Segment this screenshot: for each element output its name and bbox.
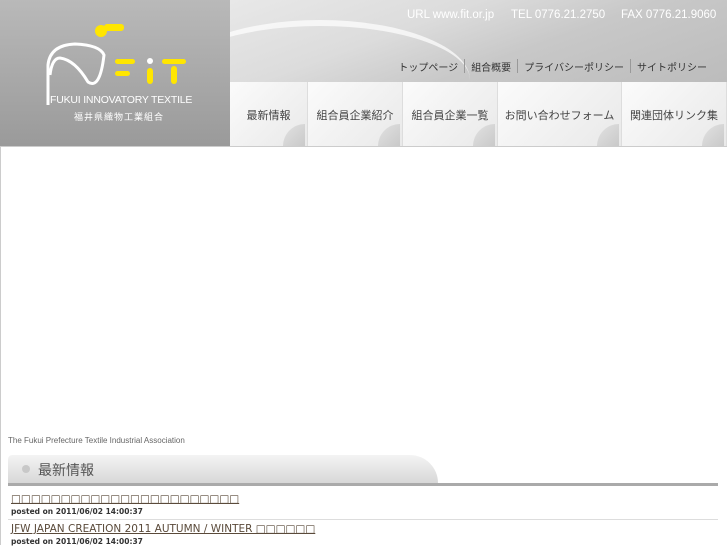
contact-tel: TEL 0776.21.2750 bbox=[511, 9, 606, 21]
util-link-about[interactable]: 組合概要 bbox=[465, 59, 517, 74]
nav-tab-contact-form[interactable]: お問い合わせフォーム bbox=[498, 82, 622, 146]
site-logo[interactable]: FUKUI INNOVATORY TEXTILE 福井県織物工業組合 bbox=[0, 0, 230, 146]
divider bbox=[0, 146, 727, 147]
list-item: □□□□□□□□□□□□□□□□□□□□□□□ posted on 2011/0… bbox=[11, 493, 718, 516]
list-item: JFW JAPAN CREATION 2011 AUTUMN / WINTER … bbox=[11, 523, 718, 546]
post-meta: posted on 2011/06/02 14:00:37 bbox=[11, 507, 143, 516]
nav-tab-news[interactable]: 最新情報 bbox=[230, 82, 308, 146]
bullet-icon bbox=[22, 465, 30, 473]
logo-name-jp: 福井県織物工業組合 bbox=[74, 113, 165, 123]
main-nav: 最新情報 組合員企業紹介 組合員企業一覧 お問い合わせフォーム 関連団体リンク集 bbox=[230, 82, 727, 146]
nav-tab-links[interactable]: 関連団体リンク集 bbox=[622, 82, 727, 146]
divider bbox=[8, 519, 718, 520]
post-title-link[interactable]: □□□□□□□□□□□□□□□□□□□□□□□ bbox=[11, 493, 718, 505]
nav-tab-member-intro[interactable]: 組合員企業紹介 bbox=[308, 82, 403, 146]
utility-nav: トップページ 組合概要 プライバシーポリシー サイトポリシー bbox=[392, 59, 713, 74]
divider bbox=[0, 146, 1, 545]
util-link-sitepolicy[interactable]: サイトポリシー bbox=[631, 59, 713, 74]
header-banner: URL www.fit.or.jp TEL 0776.21.2750 FAX 0… bbox=[230, 0, 727, 82]
contact-url[interactable]: URL www.fit.or.jp bbox=[407, 9, 494, 21]
util-link-privacy[interactable]: プライバシーポリシー bbox=[518, 59, 630, 74]
tagline: The Fukui Prefecture Textile Industrial … bbox=[8, 436, 185, 445]
divider bbox=[8, 483, 718, 486]
section-title: 最新情報 bbox=[38, 463, 94, 479]
fit-logo-icon bbox=[46, 24, 186, 105]
nav-tab-member-list[interactable]: 組合員企業一覧 bbox=[403, 82, 498, 146]
section-header-news: 最新情報 bbox=[8, 455, 438, 483]
post-title-link[interactable]: JFW JAPAN CREATION 2011 AUTUMN / WINTER … bbox=[11, 523, 718, 535]
util-link-top[interactable]: トップページ bbox=[392, 59, 464, 74]
logo-name-en: FUKUI INNOVATORY TEXTILE bbox=[50, 94, 193, 106]
contact-fax: FAX 0776.21.9060 bbox=[621, 9, 717, 21]
